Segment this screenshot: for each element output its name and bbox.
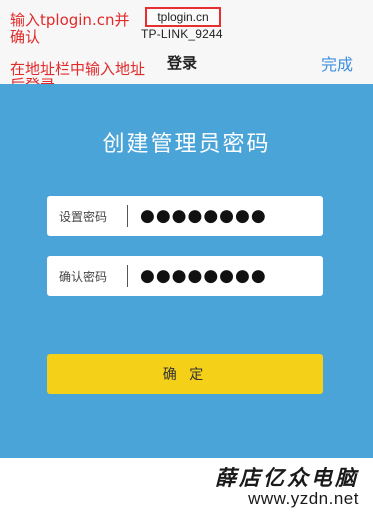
network-name: TP-LINK_9244 xyxy=(141,27,223,41)
set-password-value: ●●●●●●●● xyxy=(140,206,267,226)
annotation-step1-line2: 确认 xyxy=(10,28,41,46)
address-bar[interactable]: tplogin.cn xyxy=(145,7,221,27)
field-divider xyxy=(127,265,128,287)
watermark-url: www.yzdn.net xyxy=(248,489,359,508)
annotation-step1-line1: 输入tplogin.cn并 xyxy=(10,11,130,29)
panel-heading: 创建管理员密码 xyxy=(102,132,271,157)
confirm-password-field[interactable]: 确认密码 ●●●●●●●● xyxy=(47,256,323,296)
watermark: 薛店亿众电脑 www.yzdn.net xyxy=(0,458,373,517)
create-password-panel: 创建管理员密码 设置密码 ●●●●●●●● 确认密码 ●●●●●●●● 确 定 xyxy=(0,84,373,458)
done-button[interactable]: 完成 xyxy=(321,51,353,75)
address-bar-url: tplogin.cn xyxy=(157,10,209,24)
confirm-password-label: 确认密码 xyxy=(59,269,108,284)
confirm-password-value: ●●●●●●●● xyxy=(140,266,267,286)
set-password-label: 设置密码 xyxy=(59,209,108,224)
field-divider xyxy=(127,205,128,227)
confirm-button[interactable]: 确 定 xyxy=(47,354,323,394)
page-title: 登录 xyxy=(167,54,198,72)
browser-header: tplogin.cn TP-LINK_9244 登录 完成 输入tplogin.… xyxy=(0,0,373,94)
watermark-brand: 薛店亿众电脑 xyxy=(215,465,359,490)
set-password-field[interactable]: 设置密码 ●●●●●●●● xyxy=(47,196,323,236)
